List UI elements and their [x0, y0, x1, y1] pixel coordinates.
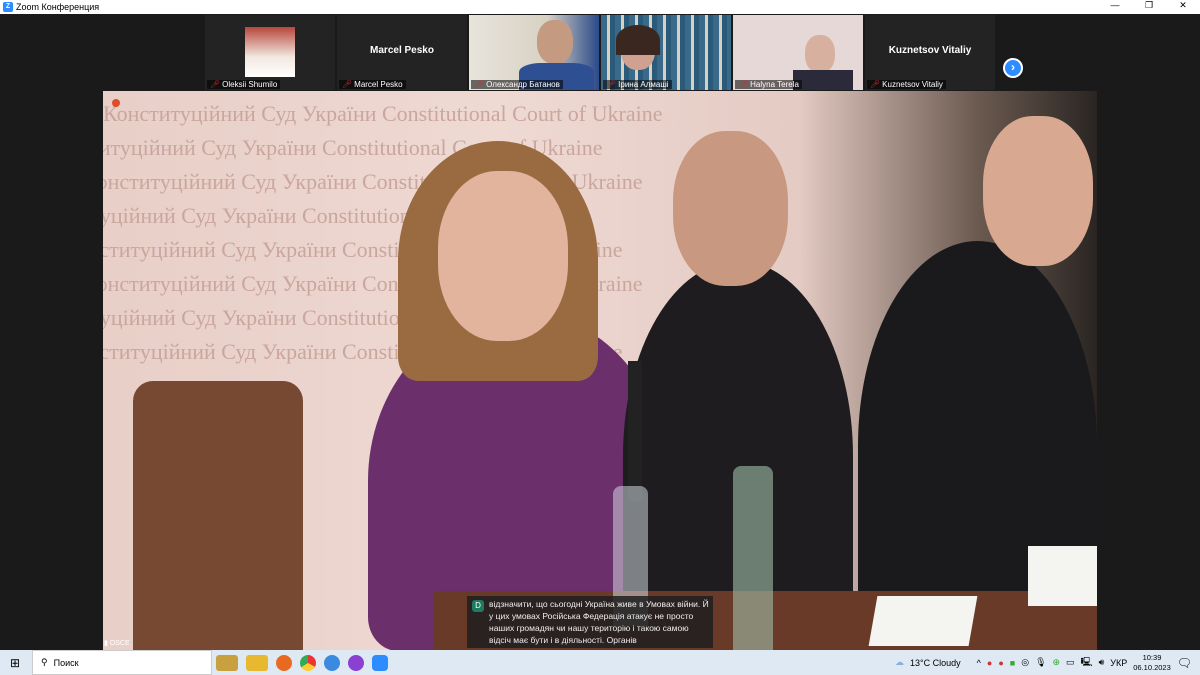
- search-icon: ⚲: [41, 657, 48, 667]
- windows-start-icon[interactable]: ⊞: [10, 656, 20, 670]
- participant-name: Ірина Алмаші: [618, 80, 669, 89]
- recording-icon: [112, 99, 120, 107]
- security-icon[interactable]: ⊕: [1053, 657, 1061, 668]
- speaker-initial-badge: D: [472, 600, 484, 612]
- show-hidden-icons-chevron-icon[interactable]: ^: [977, 658, 981, 668]
- webcam-icon[interactable]: ◎: [1021, 657, 1029, 668]
- microphone-icon[interactable]: 🎙︎: [1035, 657, 1046, 668]
- weather-text[interactable]: 13°C Cloudy: [910, 658, 961, 668]
- participant-tile[interactable]: 🎤︎ Олександр Батанов: [469, 15, 599, 90]
- participant-strip: 🎤︎ Oleksii Shumilo Marcel Pesko 🎤︎ Marcel …: [0, 15, 1200, 91]
- participant-name: Олександр Батанов: [486, 80, 560, 89]
- clock[interactable]: 10:39 06.10.2023: [1133, 653, 1171, 673]
- muted-mic-icon: 🎤︎: [606, 80, 617, 89]
- display-icon[interactable]: ▭: [1066, 657, 1075, 668]
- muted-mic-icon: 🎤︎: [474, 80, 485, 89]
- search-placeholder: Поиск: [53, 657, 79, 668]
- date: 06.10.2023: [1133, 662, 1171, 672]
- participant-tile[interactable]: 🎤︎ Ірина Алмаші: [601, 15, 731, 90]
- participant-name: Halyna Terela: [750, 80, 799, 89]
- file-explorer-icon[interactable]: [246, 654, 268, 671]
- next-page-button[interactable]: ›: [1003, 58, 1023, 78]
- notifications-icon[interactable]: 🗨︎: [1177, 656, 1192, 670]
- chrome-icon[interactable]: [300, 654, 316, 671]
- video-source-label: ▮ OSCE: [104, 639, 130, 647]
- network-icon[interactable]: 🖳︎: [1081, 655, 1093, 671]
- tray-app-icon[interactable]: ●: [987, 658, 992, 668]
- close-button[interactable]: ✕: [1166, 0, 1200, 11]
- title-bar: Z Zoom Конференция — ❐ ✕: [0, 0, 1200, 14]
- language-indicator[interactable]: УКР: [1110, 658, 1127, 668]
- caption-text: відзначити, що сьогодні Україна живе в У…: [489, 599, 709, 645]
- participant-tile[interactable]: Kuznetsov Vitaliy 🎤︎ Kuznetsov Vitaliy: [865, 15, 995, 90]
- live-caption: D відзначити, що сьогодні Україна живе в…: [467, 596, 713, 648]
- participant-display-name: Marcel Pesko: [370, 45, 434, 56]
- news-widget-icon[interactable]: [216, 654, 238, 671]
- zoom-logo-icon: Z: [3, 2, 13, 12]
- watermark-text: Конституційний Суд України Constitutiona…: [103, 101, 663, 126]
- muted-mic-icon: 🎤︎: [210, 80, 221, 89]
- active-speaker-video: Конституційний Суд України Constitutiona…: [103, 91, 1097, 650]
- participant-name: Oleksii Shumilo: [222, 80, 278, 89]
- participant-tile[interactable]: 🎤︎ Halyna Terela: [733, 15, 863, 90]
- cloud-icon: ☁: [895, 657, 905, 667]
- volume-icon[interactable]: 🔊︎: [1099, 657, 1105, 668]
- taskbar-search[interactable]: ⚲ Поиск: [32, 650, 212, 675]
- participant-tile[interactable]: 🎤︎ Oleksii Shumilo: [205, 15, 335, 90]
- participant-display-name: Kuznetsov Vitaliy: [888, 45, 972, 56]
- taskbar: ⊞ ⚲ Поиск ☁ 13°C Cloudy ^ ● ● ■ ◎ 🎙︎ ⊕ ▭…: [0, 650, 1200, 675]
- maximize-button[interactable]: ❐: [1132, 0, 1166, 11]
- time: 10:39: [1142, 652, 1162, 662]
- source-name: OSCE: [109, 640, 130, 647]
- viber-icon[interactable]: [348, 654, 364, 671]
- participant-name: Marcel Pesko: [354, 80, 403, 89]
- participant-tile[interactable]: Marcel Pesko 🎤︎ Marcel Pesko: [337, 15, 467, 90]
- nvidia-icon[interactable]: ■: [1010, 658, 1015, 668]
- window-title: Zoom Конференция: [16, 2, 100, 12]
- muted-mic-icon: 🎤︎: [342, 80, 353, 89]
- zoom-taskbar-icon[interactable]: [372, 654, 388, 671]
- edge-icon[interactable]: [324, 654, 340, 671]
- muted-mic-icon: 🎤︎: [870, 80, 881, 89]
- minimize-button[interactable]: —: [1098, 0, 1132, 11]
- muted-mic-icon: 🎤︎: [738, 80, 749, 89]
- firefox-icon[interactable]: [276, 654, 292, 671]
- participant-name: Kuznetsov Vitaliy: [882, 80, 943, 89]
- avatar: [245, 27, 295, 77]
- tray-app-icon[interactable]: ●: [998, 658, 1003, 668]
